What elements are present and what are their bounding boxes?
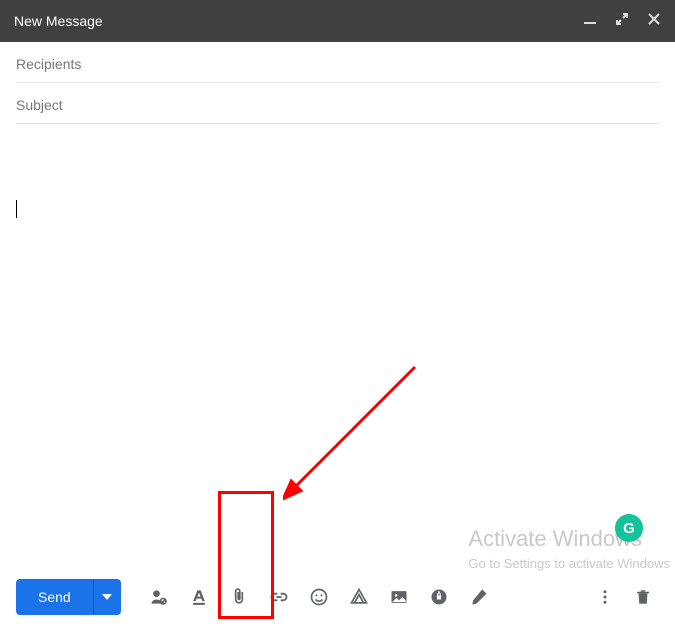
photo-icon[interactable] [379, 577, 419, 617]
compose-toolbar: Send [0, 561, 675, 633]
window-controls [583, 12, 661, 31]
confidential-icon[interactable] [419, 577, 459, 617]
send-group: Send [16, 579, 121, 615]
annotation-arrow [283, 363, 423, 503]
subject-row [16, 83, 659, 124]
formatting-icon[interactable] [179, 577, 219, 617]
toolbar-right [589, 579, 659, 615]
close-icon[interactable] [647, 12, 661, 31]
subject-input[interactable] [16, 83, 659, 123]
signature-icon[interactable] [139, 577, 179, 617]
attach-icon[interactable] [219, 577, 259, 617]
recipients-input[interactable] [16, 42, 659, 82]
compose-title: New Message [14, 13, 583, 29]
more-options-icon[interactable] [589, 579, 621, 615]
minimize-icon[interactable] [583, 12, 597, 31]
fullscreen-icon[interactable] [615, 12, 629, 31]
recipients-row [16, 42, 659, 83]
grammarly-letter: G [623, 520, 635, 537]
toolbar-icons [139, 577, 499, 617]
emoji-icon[interactable] [299, 577, 339, 617]
pen-icon[interactable] [459, 577, 499, 617]
compose-header: New Message [0, 0, 675, 42]
text-cursor [16, 200, 17, 218]
compose-body-area[interactable] [0, 124, 675, 156]
send-options-dropdown[interactable] [93, 579, 121, 615]
send-button[interactable]: Send [16, 579, 93, 615]
discard-icon[interactable] [627, 579, 659, 615]
link-icon[interactable] [259, 577, 299, 617]
drive-icon[interactable] [339, 577, 379, 617]
grammarly-badge[interactable]: G [615, 514, 643, 542]
